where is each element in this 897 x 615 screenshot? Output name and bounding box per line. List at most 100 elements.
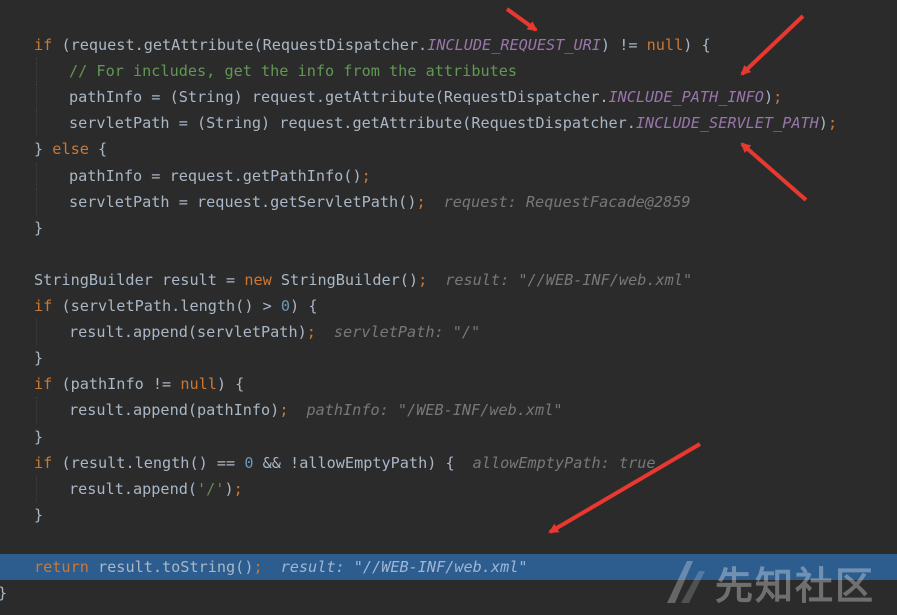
code-token: ) [224, 479, 234, 498]
code-token: ) [818, 114, 828, 133]
code-text: if (result.length() == 0 && !allowEmptyP… [34, 450, 656, 476]
code-line[interactable]: if (servletPath.length() > 0) { [0, 293, 897, 319]
code-line[interactable]: result.append(servletPath); servletPath: … [0, 319, 897, 346]
code-token: } [34, 140, 53, 159]
code-token: new [244, 270, 272, 289]
code-token: result.append(pathInfo) [69, 401, 280, 420]
code-line[interactable]: return result.toString(); result: "//WEB-… [0, 554, 897, 580]
code-token: } [34, 505, 44, 524]
code-token: } [34, 218, 44, 237]
code-token: '/' [197, 479, 225, 498]
code-line[interactable]: // For includes, get the info from the a… [0, 58, 897, 85]
inline-debug-value: servletPath: "/" [333, 323, 481, 342]
code-text: } [34, 424, 43, 450]
inline-debug-value: pathInfo: "/WEB-INF/web.xml" [306, 401, 563, 420]
code-token: ; [233, 479, 243, 498]
inline-debug-value: result: "//WEB-INF/web.xml" [445, 270, 693, 289]
code-token: ) { [216, 375, 245, 394]
code-line[interactable]: pathInfo = (String) request.getAttribute… [0, 84, 897, 111]
code-token: // For includes, get the info from the a… [69, 62, 518, 81]
code-line[interactable]: } [0, 215, 897, 241]
code-text: pathInfo = (String) request.getAttribute… [69, 84, 782, 110]
code-text: } [0, 580, 7, 606]
code-line[interactable]: result.append('/'); [0, 475, 897, 502]
code-line[interactable]: if (pathInfo != null) { [0, 371, 897, 397]
code-token: ; [827, 114, 838, 133]
code-token: INCLUDE_SERVLET_PATH [635, 114, 819, 133]
code-line[interactable]: } else { [0, 136, 897, 162]
code-text: servletPath = request.getServletPath(); r… [69, 189, 691, 215]
code-line[interactable] [0, 528, 897, 554]
code-text: } [34, 345, 43, 371]
code-line[interactable]: StringBuilder result = new StringBuilder… [0, 267, 897, 293]
code-token: null [180, 375, 217, 394]
code-token: (result.length() == [52, 453, 245, 472]
code-token: ; [416, 192, 426, 211]
code-token: ; [418, 270, 428, 289]
code-token: && !allowEmptyPath) { [253, 453, 455, 472]
code-token: result.append(servletPath) [69, 323, 307, 342]
code-token: result.toString() [88, 558, 254, 576]
code-token: ; [306, 323, 316, 342]
code-token: if [34, 453, 53, 472]
code-token: if [34, 297, 53, 315]
code-token: ) { [290, 297, 318, 315]
code-line[interactable]: result.append(pathInfo); pathInfo: "/WEB-… [0, 397, 897, 424]
code-token: StringBuilder() [271, 270, 419, 289]
code-token: pathInfo = (String) request.getAttribute… [69, 88, 609, 107]
code-token: ) != [600, 36, 647, 54]
code-token: (servletPath.length() > [52, 297, 281, 315]
code-token: ; [253, 558, 263, 576]
code-line[interactable]: if (request.getAttribute(RequestDispatch… [0, 32, 897, 58]
code-token: ; [279, 401, 289, 420]
code-token: } [34, 427, 44, 446]
code-token: ; [773, 88, 783, 107]
code-token: INCLUDE_PATH_INFO [608, 88, 764, 107]
code-token: (pathInfo != [52, 375, 181, 394]
code-text: } else { [34, 136, 107, 162]
indent-guide [36, 58, 37, 85]
code-token: { [88, 140, 108, 159]
code-text: if (pathInfo != null) { [34, 371, 244, 397]
code-line[interactable]: servletPath = (String) request.getAttrib… [0, 110, 897, 137]
code-token: pathInfo = request.getPathInfo() [69, 166, 362, 185]
code-token: ) { [683, 36, 711, 54]
code-text: pathInfo = request.getPathInfo(); [69, 163, 371, 189]
inline-debug-value: allowEmptyPath: true [472, 453, 656, 472]
code-text: StringBuilder result = new StringBuilder… [34, 267, 692, 293]
inline-debug-value: request: RequestFacade@2859 [443, 192, 691, 211]
code-line[interactable]: } [0, 502, 897, 528]
code-token: servletPath = request.getServletPath() [69, 192, 417, 211]
code-token: result.append( [69, 479, 198, 498]
code-text: servletPath = (String) request.getAttrib… [69, 110, 837, 136]
indent-guide [36, 162, 37, 189]
code-token: INCLUDE_REQUEST_URI [427, 36, 601, 54]
code-text: if (request.getAttribute(RequestDispatch… [34, 32, 711, 58]
code-token: (request.getAttribute(RequestDispatcher. [52, 36, 428, 54]
code-line[interactable]: } [0, 580, 897, 606]
code-line[interactable]: servletPath = request.getServletPath(); r… [0, 188, 897, 215]
code-line[interactable] [0, 241, 897, 267]
indent-guide [36, 110, 37, 137]
code-line[interactable]: pathInfo = request.getPathInfo(); [0, 162, 897, 189]
code-line[interactable]: } [0, 345, 897, 371]
indent-guide [36, 319, 37, 346]
code-text: if (servletPath.length() > 0) { [34, 293, 317, 319]
indent-guide [36, 188, 37, 215]
indent-guide [36, 84, 37, 111]
code-token: } [34, 349, 44, 368]
code-token: null [646, 36, 684, 54]
indent-guide [36, 397, 37, 424]
code-token: StringBuilder result = [34, 270, 245, 289]
code-token: ) [763, 88, 774, 107]
code-text: return result.toString(); result: "//WEB-… [34, 554, 528, 580]
inline-debug-value: result: "//WEB-INF/web.xml" [280, 558, 528, 576]
code-line[interactable]: } [0, 424, 897, 450]
code-editor[interactable]: if (request.getAttribute(RequestDispatch… [0, 0, 897, 615]
code-token: return [34, 558, 89, 576]
code-line[interactable]: if (result.length() == 0 && !allowEmptyP… [0, 450, 897, 476]
code-text: result.append(pathInfo); pathInfo: "/WEB-… [69, 397, 563, 423]
code-text: result.append(servletPath); servletPath: … [69, 319, 480, 345]
code-token: 0 [280, 297, 291, 315]
code-text: // For includes, get the info from the a… [69, 58, 517, 84]
